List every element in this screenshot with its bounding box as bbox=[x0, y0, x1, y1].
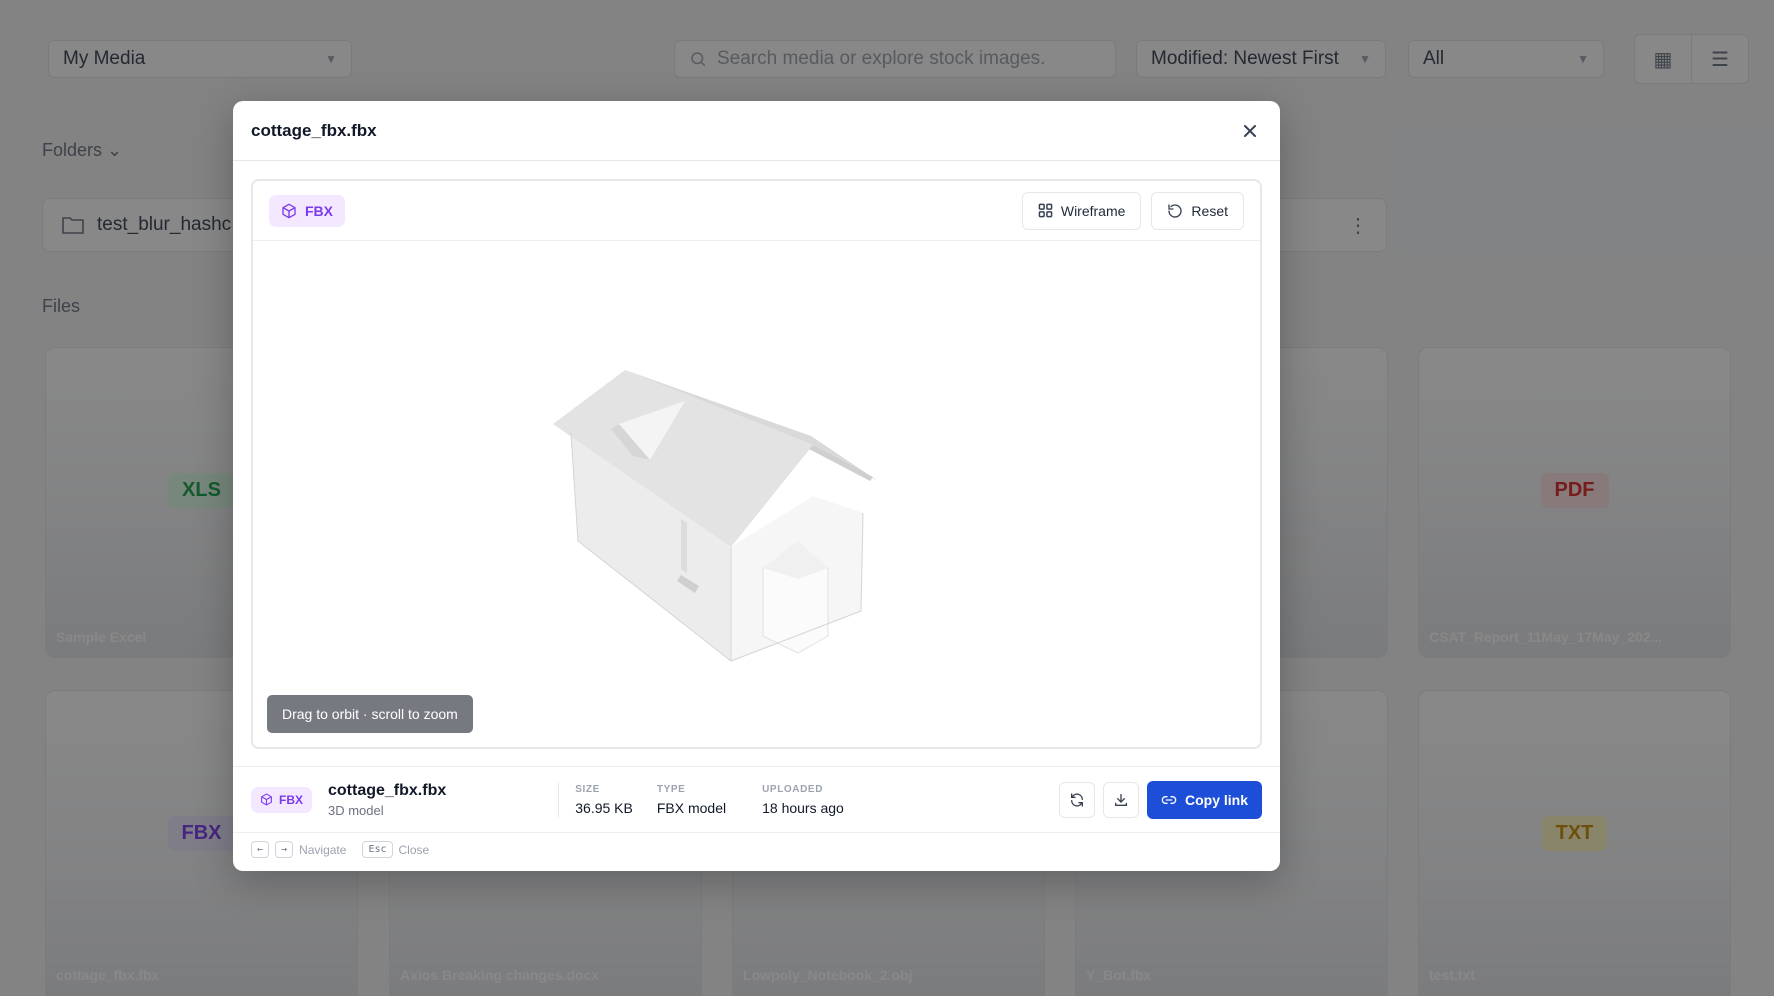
file-name-block: cottage_fbx.fbx 3D model bbox=[328, 782, 446, 818]
meta-type-value: FBX model bbox=[656, 799, 727, 816]
replace-button[interactable] bbox=[1058, 781, 1095, 818]
rotate-ccw-icon bbox=[1168, 203, 1183, 218]
reset-label: Reset bbox=[1191, 202, 1228, 219]
navigate-label: Navigate bbox=[299, 842, 347, 857]
meta-uploaded-value: 18 hours ago bbox=[762, 799, 844, 816]
esc-key: Esc bbox=[362, 841, 393, 858]
copy-link-button[interactable]: Copy link bbox=[1146, 780, 1262, 819]
modal-header: cottage_fbx.fbx bbox=[233, 101, 1280, 161]
model-viewer: FBX Wireframe Reset Drag to orbit · scro… bbox=[251, 179, 1262, 749]
grid-icon bbox=[1038, 203, 1053, 218]
close-label: Close bbox=[398, 842, 430, 857]
meta-size-label: SIZE bbox=[575, 783, 600, 795]
orbit-hint: Drag to orbit · scroll to zoom bbox=[267, 695, 473, 733]
file-kind: 3D model bbox=[328, 802, 384, 818]
meta-uploaded-label: UPLOADED bbox=[762, 783, 824, 795]
meta-size: SIZE 36.95 KB bbox=[575, 784, 633, 816]
meta-uploaded: UPLOADED 18 hours ago bbox=[762, 784, 844, 816]
viewer-toolbar: FBX Wireframe Reset bbox=[253, 181, 1260, 241]
divider bbox=[558, 782, 560, 817]
format-chip-label: FBX bbox=[279, 792, 303, 807]
file-actions: Copy link bbox=[1058, 780, 1262, 819]
format-chip: FBX bbox=[269, 194, 345, 227]
cottage-model-render bbox=[553, 370, 878, 662]
close-button[interactable] bbox=[1238, 119, 1262, 143]
file-name: cottage_fbx.fbx bbox=[328, 781, 447, 799]
format-chip: FBX bbox=[251, 786, 312, 813]
next-key: → bbox=[275, 841, 294, 858]
link-icon bbox=[1161, 795, 1177, 804]
modal-title: cottage_fbx.fbx bbox=[251, 120, 377, 140]
reset-button[interactable]: Reset bbox=[1151, 191, 1244, 230]
meta-type-label: TYPE bbox=[656, 783, 686, 795]
close-icon bbox=[1244, 124, 1256, 137]
download-icon bbox=[1114, 793, 1127, 806]
copy-link-label: Copy link bbox=[1184, 791, 1248, 808]
refresh-icon bbox=[1070, 792, 1083, 807]
download-button[interactable] bbox=[1102, 781, 1139, 818]
meta-type: TYPE FBX model bbox=[657, 784, 726, 816]
model-canvas[interactable]: Drag to orbit · scroll to zoom bbox=[253, 241, 1260, 747]
format-chip-label: FBX bbox=[305, 202, 333, 219]
wireframe-button[interactable]: Wireframe bbox=[1021, 191, 1142, 230]
cube-icon bbox=[282, 203, 296, 218]
file-details-bar: FBX cottage_fbx.fbx 3D model SIZE 36.95 … bbox=[233, 766, 1280, 833]
file-preview-modal: cottage_fbx.fbx FBX Wireframe Reset Drag… bbox=[233, 101, 1280, 871]
cube-icon bbox=[261, 793, 272, 806]
meta-size-value: 36.95 KB bbox=[575, 799, 633, 816]
prev-key: ← bbox=[251, 841, 270, 858]
wireframe-label: Wireframe bbox=[1060, 202, 1126, 219]
keyboard-shortcuts: ← → Navigate Esc Close bbox=[251, 841, 439, 858]
